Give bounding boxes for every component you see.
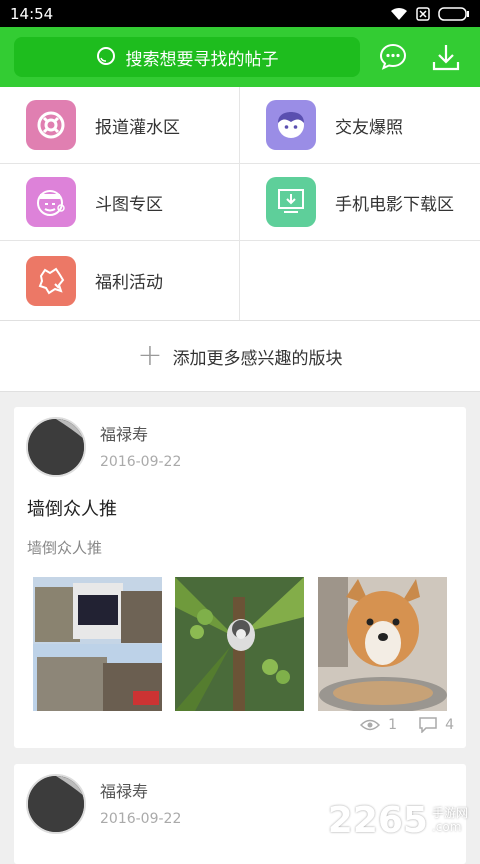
forum-icon-bg bbox=[26, 256, 76, 306]
message-button[interactable] bbox=[377, 41, 409, 73]
watermark-site-en: .com bbox=[432, 821, 468, 834]
plus-icon: + bbox=[137, 341, 162, 371]
forum-item-friends[interactable]: 交友爆照 bbox=[240, 87, 480, 164]
post-date: 2016-09-22 bbox=[100, 811, 181, 827]
add-more-button[interactable]: + 添加更多感兴趣的版块 bbox=[0, 320, 480, 392]
forum-item-welfare[interactable]: 福利活动 bbox=[0, 241, 240, 320]
download-button[interactable] bbox=[430, 41, 462, 73]
forum-label: 斗图专区 bbox=[95, 190, 163, 215]
add-more-label: 添加更多感兴趣的版块 bbox=[173, 344, 343, 369]
sim-icon bbox=[416, 7, 430, 21]
download-icon bbox=[431, 42, 461, 72]
watermark-site-cn: 手游网 bbox=[432, 807, 468, 820]
avatar-image bbox=[28, 776, 84, 832]
battery-icon bbox=[438, 7, 470, 21]
forum-grid: 报道灌水区 交友爆照 斗图专区 bbox=[0, 87, 480, 320]
tv-download-icon bbox=[276, 187, 306, 217]
status-time: 14:54 bbox=[10, 5, 53, 23]
comment-icon[interactable] bbox=[419, 717, 437, 733]
forum-label: 福利活动 bbox=[95, 268, 163, 293]
search-placeholder: 搜索想要寻找的帖子 bbox=[126, 45, 279, 70]
search-icon bbox=[96, 46, 118, 68]
search-bar[interactable]: 搜索想要寻找的帖子 bbox=[14, 37, 360, 77]
status-bar: 14:54 bbox=[0, 0, 480, 27]
puzzle-icon bbox=[36, 266, 66, 296]
post-image-corgi[interactable] bbox=[318, 577, 447, 711]
view-count: 1 bbox=[388, 717, 397, 733]
forum-icon-bg bbox=[266, 177, 316, 227]
emoji-icon bbox=[35, 186, 67, 218]
avatar-image bbox=[28, 419, 84, 475]
post-body: 墙倒众人推 bbox=[27, 537, 102, 558]
post-author[interactable]: 福禄寿 bbox=[100, 778, 148, 802]
post-image-husky-tree[interactable] bbox=[175, 577, 304, 711]
watermark-number: 2265 bbox=[328, 800, 428, 841]
post-images bbox=[33, 577, 447, 711]
site-watermark: 2265 手游网 .com bbox=[328, 800, 468, 841]
lifebuoy-icon bbox=[36, 110, 66, 140]
forum-item-memes[interactable]: 斗图专区 bbox=[0, 164, 240, 241]
forum-label: 报道灌水区 bbox=[95, 113, 180, 138]
forum-item-movies[interactable]: 手机电影下载区 bbox=[240, 164, 480, 241]
forum-label: 手机电影下载区 bbox=[335, 190, 454, 215]
message-icon bbox=[378, 42, 408, 72]
wifi-icon bbox=[390, 7, 408, 21]
post-author[interactable]: 福禄寿 bbox=[100, 421, 148, 445]
forum-icon-bg bbox=[26, 100, 76, 150]
face-icon bbox=[275, 109, 307, 141]
eye-icon bbox=[360, 718, 380, 732]
post-image-buildings[interactable] bbox=[33, 577, 162, 711]
post-date: 2016-09-22 bbox=[100, 454, 181, 470]
post-stats: 1 4 bbox=[360, 717, 454, 733]
forum-icon-bg bbox=[26, 177, 76, 227]
post-card[interactable]: 福禄寿 2016-09-22 墙倒众人推 墙倒众人推 bbox=[14, 407, 466, 748]
forum-empty-cell bbox=[240, 241, 480, 320]
comment-count: 4 bbox=[445, 717, 454, 733]
avatar[interactable] bbox=[26, 774, 86, 834]
avatar[interactable] bbox=[26, 417, 86, 477]
top-bar: 搜索想要寻找的帖子 bbox=[0, 27, 480, 87]
post-title[interactable]: 墙倒众人推 bbox=[27, 495, 117, 521]
forum-label: 交友爆照 bbox=[335, 113, 403, 138]
forum-icon-bg bbox=[266, 100, 316, 150]
forum-item-report[interactable]: 报道灌水区 bbox=[0, 87, 240, 164]
